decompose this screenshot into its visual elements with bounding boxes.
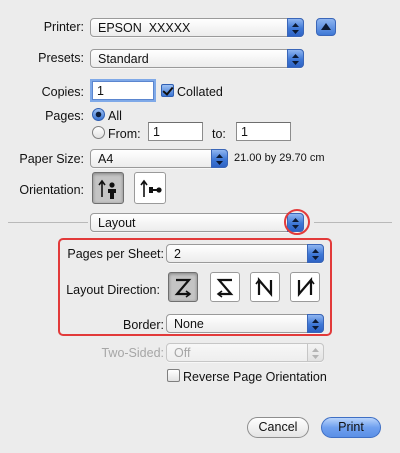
pages-to-label: to: [212,127,226,141]
paper-size-label: Paper Size: [19,152,84,166]
direction-z-button[interactable] [168,272,198,302]
pages-from-label: From: [108,127,141,141]
border-label: Border: [123,318,164,332]
copies-label: Copies: [41,85,84,99]
orientation-label: Orientation: [19,183,84,197]
disclosure-button[interactable] [316,18,336,36]
highlight-circle [284,209,310,235]
pages-from-field[interactable]: 1 [148,122,203,141]
pages-per-sheet-label: Pages per Sheet: [67,247,164,261]
cancel-button[interactable]: Cancel [247,417,309,438]
reverse-orientation-checkbox[interactable] [167,369,180,382]
direction-reverse-z-button[interactable] [210,272,240,302]
chevron-updown-icon [307,314,324,333]
direction-n-button[interactable] [250,272,280,302]
two-sided-value: Off [174,346,191,360]
two-sided-label: Two-Sided: [101,346,164,360]
border-value: None [174,317,204,331]
presets-value: Standard [98,52,149,66]
chevron-updown-icon [307,244,324,263]
reverse-z-direction-icon [216,278,234,298]
pages-all-radio[interactable] [92,108,105,121]
border-popup[interactable]: None [166,314,324,333]
panel-value: Layout [98,216,136,230]
presets-popup[interactable]: Standard [90,49,304,68]
separator-left [8,222,88,223]
chevron-updown-icon [307,343,324,362]
chevron-updown-icon [287,49,304,68]
pages-from-radio[interactable] [92,126,105,139]
orientation-landscape-button[interactable] [134,172,166,204]
separator-right [314,222,392,223]
pages-per-sheet-value: 2 [174,247,181,261]
landscape-person-icon [140,179,162,197]
collated-checkbox[interactable] [161,84,174,97]
copies-field[interactable]: 1 [92,81,154,100]
paper-size-value: A4 [98,152,114,166]
z-direction-icon [174,278,192,298]
chevron-updown-icon [287,18,304,37]
printer-popup[interactable]: EPSON XXXXX [90,18,304,37]
orientation-portrait-button[interactable] [92,172,124,204]
triangle-up-icon [321,23,331,30]
layout-direction-label: Layout Direction: [66,283,160,297]
printer-value: EPSON XXXXX [98,21,191,35]
n-direction-icon [255,277,273,297]
pages-all-label: All [108,109,122,123]
presets-label: Presets: [38,51,84,65]
print-button[interactable]: Print [321,417,381,438]
portrait-person-icon [98,179,116,199]
reverse-n-direction-icon [297,277,315,297]
pages-label: Pages: [45,109,84,123]
panel-popup[interactable]: Layout [90,213,304,232]
direction-reverse-n-button[interactable] [290,272,320,302]
pages-to-field[interactable]: 1 [236,122,291,141]
paper-dimensions: 21.00 by 29.70 cm [234,152,325,164]
reverse-orientation-label: Reverse Page Orientation [183,370,327,384]
pages-per-sheet-popup[interactable]: 2 [166,244,324,263]
printer-label: Printer: [43,20,84,34]
paper-size-popup[interactable]: A4 [90,149,228,168]
collated-label: Collated [177,85,223,99]
chevron-updown-icon [211,149,228,168]
two-sided-popup: Off [166,343,324,362]
